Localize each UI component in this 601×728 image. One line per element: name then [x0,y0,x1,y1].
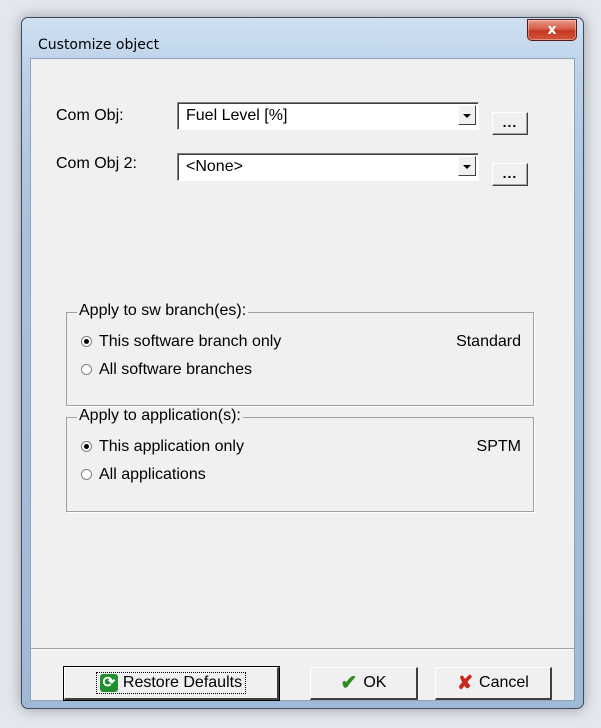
button-separator [31,648,574,650]
window-title: Customize object [38,37,160,53]
checkmark-icon: ✔ [340,672,358,694]
focus-rect: ⟳ Restore Defaults [95,672,247,694]
com-obj2-browse-button[interactable]: ... [492,163,528,186]
application-group: Apply to application(s): This applicatio… [66,407,534,512]
x-icon: ✘ [457,672,474,694]
radio-this-branch[interactable]: This software branch only [81,333,281,351]
current-branch-value: Standard [456,333,521,350]
sw-branch-group-title: Apply to sw branch(es): [77,302,249,320]
radio-checked-icon[interactable] [81,336,92,347]
com-obj-select[interactable]: Fuel Level [%] [177,102,479,130]
ok-label: OK [363,674,387,691]
restore-defaults-label: Restore Defaults [122,674,243,691]
com-obj-value: Fuel Level [%] [186,107,288,124]
cancel-label: Cancel [479,674,529,691]
refresh-icon: ⟳ [99,674,118,692]
ellipsis-icon: ... [502,114,518,130]
chevron-down-icon[interactable] [458,105,476,125]
dialog-body: Com Obj: Fuel Level [%] ... Com Obj 2: <… [30,58,575,701]
title-bar[interactable]: Customize object x [22,18,583,58]
restore-defaults-button[interactable]: ⟳ Restore Defaults [63,666,280,701]
radio-all-applications[interactable]: All applications [81,466,206,484]
radio-all-branches[interactable]: All software branches [81,361,252,379]
radio-this-application[interactable]: This application only [81,438,244,456]
radio-this-application-label: This application only [99,438,244,455]
radio-all-applications-label: All applications [99,466,206,483]
com-obj2-value: <None> [186,158,243,175]
ellipsis-icon: ... [502,165,518,181]
com-obj2-select[interactable]: <None> [177,153,479,181]
close-icon: x [547,22,557,38]
close-button[interactable]: x [527,19,577,41]
com-obj-browse-button[interactable]: ... [492,112,528,135]
current-application-value: SPTM [476,438,521,455]
customize-object-dialog: Customize object x Com Obj: Fuel Level [… [21,17,584,709]
com-obj2-label: Com Obj 2: [56,155,137,172]
cancel-button[interactable]: ✘ Cancel [435,667,552,700]
application-group-title: Apply to application(s): [77,407,243,425]
radio-unchecked-icon[interactable] [81,469,92,480]
ok-button[interactable]: ✔ OK [310,667,418,700]
sw-branch-group: Apply to sw branch(es): This software br… [66,302,534,406]
radio-checked-icon[interactable] [81,441,92,452]
radio-unchecked-icon[interactable] [81,364,92,375]
radio-all-branches-label: All software branches [99,361,252,378]
chevron-down-icon[interactable] [458,156,476,176]
radio-this-branch-label: This software branch only [99,333,282,350]
com-obj-label: Com Obj: [56,107,124,124]
